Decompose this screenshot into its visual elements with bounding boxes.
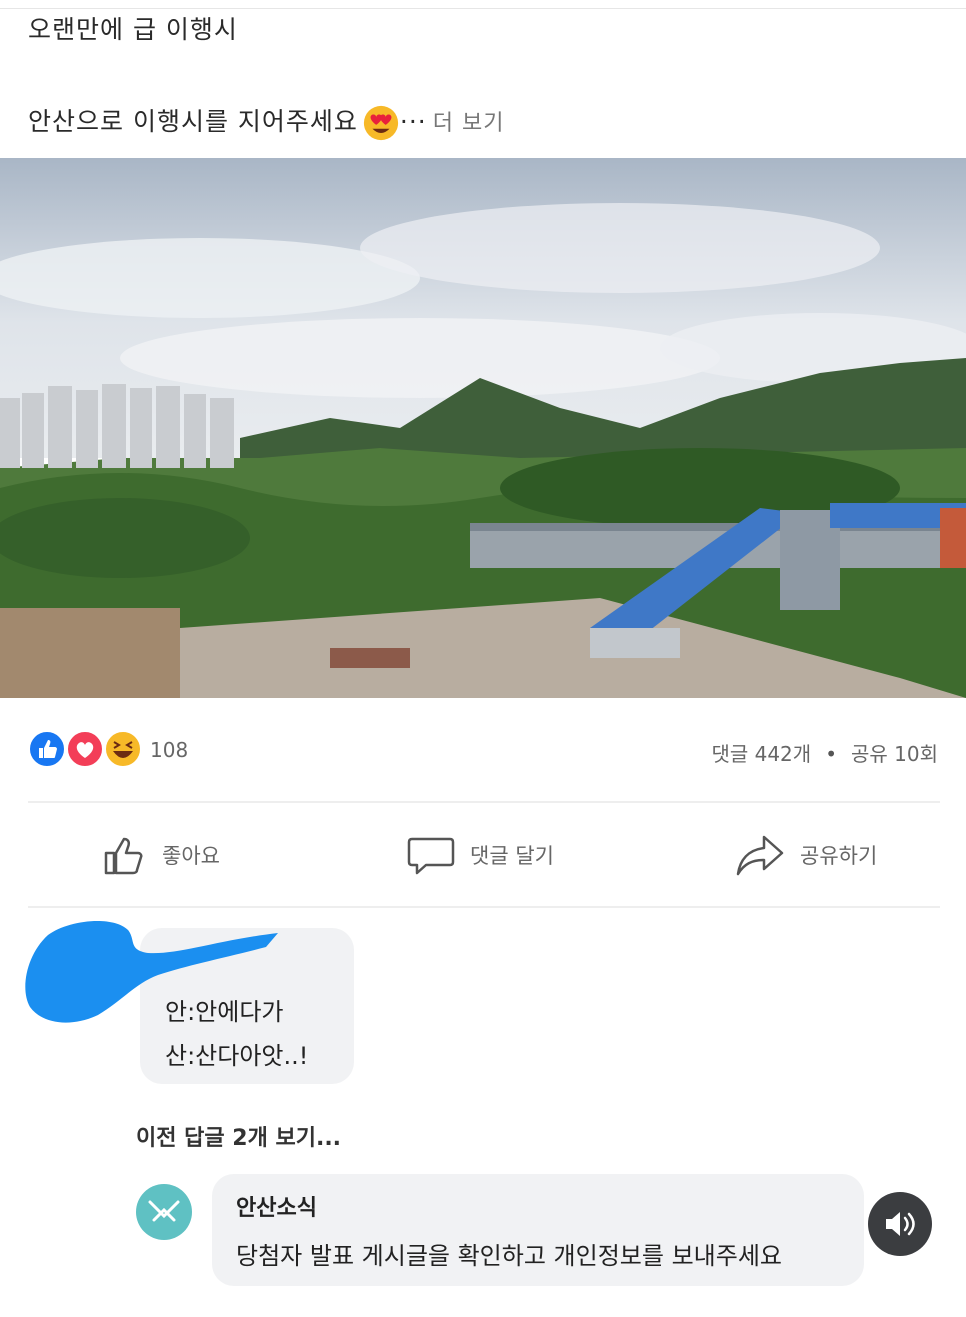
comment-button[interactable]: 댓글 달기 <box>406 830 554 880</box>
divider-bottom <box>28 906 940 908</box>
top-divider <box>0 8 966 9</box>
comment-2-text: 당첨자 발표 게시글을 확인하고 개인정보를 보내주세요 <box>236 1242 782 1270</box>
post-text-line-2: 안산으로 이행시를 지어주세요 ··· 더 보기 <box>28 102 504 142</box>
comment-1-line-1: 안:안에다가 <box>165 998 284 1026</box>
share-label: 공유하기 <box>800 844 878 868</box>
divider-top <box>28 801 940 803</box>
page-logo-icon <box>148 1200 180 1222</box>
love-icon <box>66 730 104 768</box>
avatar[interactable] <box>136 1184 192 1240</box>
comment-2-author[interactable]: 안산소식 <box>236 1190 317 1222</box>
reaction-count: 108 <box>150 738 189 762</box>
heart-eyes-emoji-icon <box>363 105 399 141</box>
see-more-link[interactable]: 더 보기 <box>433 111 505 136</box>
post-text-line-2-content: 안산으로 이행시를 지어주세요 <box>28 107 358 136</box>
comment-count-link[interactable]: 댓글 442개 <box>711 742 811 766</box>
ellipsis: ··· <box>399 107 427 136</box>
post-photo[interactable] <box>0 158 966 698</box>
thumbs-up-icon <box>104 837 143 875</box>
landscape-photo <box>0 158 966 698</box>
comment-icon <box>407 837 455 875</box>
post-text-line-1: 오랜만에 급 이행시 <box>28 15 238 44</box>
stats-separator: • <box>825 742 837 766</box>
share-arrow-icon <box>736 835 784 876</box>
like-button[interactable]: 좋아요 <box>100 830 220 880</box>
like-icon <box>28 730 66 768</box>
share-count-link[interactable]: 공유 10회 <box>851 742 938 766</box>
comment-label: 댓글 달기 <box>470 844 554 868</box>
haha-icon <box>104 730 142 768</box>
comment-1-line-2: 산:산다아앗..! <box>165 1042 309 1070</box>
share-button[interactable]: 공유하기 <box>734 830 877 880</box>
post-stats: 댓글 442개 • 공유 10회 <box>711 738 938 767</box>
speaker-icon <box>886 1212 915 1236</box>
like-label: 좋아요 <box>162 844 220 868</box>
view-previous-replies-link[interactable]: 이전 답글 2개 보기... <box>136 1120 341 1152</box>
audio-toggle-button[interactable] <box>868 1192 932 1256</box>
